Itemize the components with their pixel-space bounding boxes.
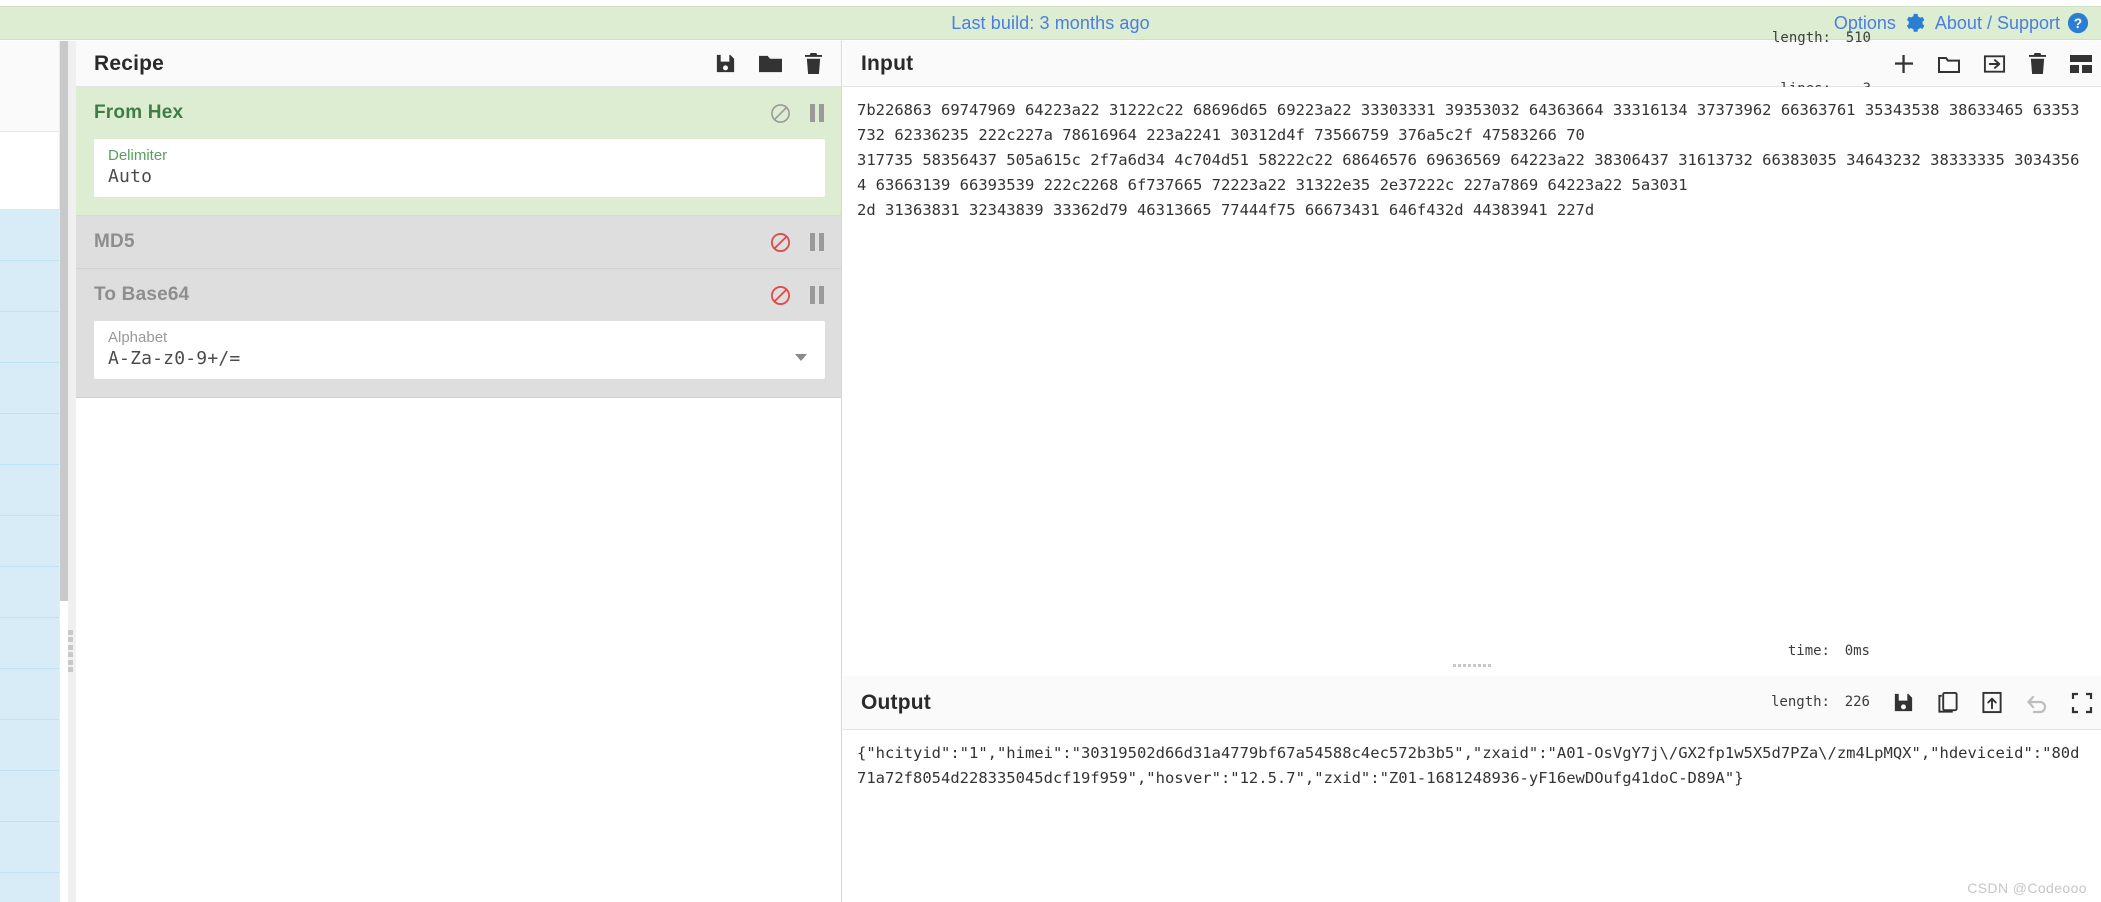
operation-titlebar[interactable]: From Hex — [76, 87, 841, 139]
alphabet-value[interactable]: A-Za-z0-9+/= — [108, 348, 795, 369]
recipe-operation-from-hex[interactable]: From Hex Delimiter Auto — [76, 87, 841, 216]
operation-titlebar[interactable]: MD5 — [76, 216, 841, 268]
output-textarea[interactable]: {"hcityid":"1","himei":"30319502d66d31a4… — [843, 730, 2101, 902]
operations-search-area — [0, 41, 59, 132]
operations-list-panel[interactable] — [0, 41, 60, 902]
chevron-down-icon[interactable] — [795, 354, 807, 361]
operation-list-item[interactable] — [0, 465, 59, 516]
output-panel: Output time: 0ms length: 226 lines: 1 — [843, 643, 2101, 902]
recipe-operation-md5[interactable]: MD5 — [76, 216, 841, 269]
delimiter-value[interactable]: Auto — [108, 166, 813, 187]
input-textarea[interactable]: 7b226863 69747969 64223a22 31222c22 6869… — [843, 87, 2101, 654]
panel-drag-handle[interactable] — [68, 630, 76, 672]
output-time-value: 0ms — [1844, 643, 1870, 659]
load-recipe-folder-icon[interactable] — [758, 52, 783, 75]
cyberchef-app: Last build: 3 months ago Options About /… — [0, 0, 2101, 902]
clear-input-trash-icon[interactable] — [2028, 52, 2047, 75]
breakpoint-pause-icon[interactable] — [809, 285, 825, 305]
about-support-label: About / Support — [1934, 12, 2060, 33]
delimiter-field[interactable]: Delimiter Auto — [94, 139, 825, 197]
undo-icon — [2025, 692, 2049, 714]
operation-list-item[interactable] — [0, 363, 59, 414]
input-length-value: 510 — [1845, 29, 1871, 46]
operations-scrollbar[interactable] — [60, 41, 68, 601]
search-input[interactable] — [0, 132, 59, 210]
breakpoint-pause-icon[interactable] — [809, 103, 825, 123]
input-length-label: length: — [1771, 29, 1831, 46]
copy-output-icon[interactable] — [1937, 691, 1959, 714]
operation-name: From Hex — [94, 102, 184, 123]
help-circle-icon: ? — [2067, 12, 2089, 34]
svg-text:?: ? — [2074, 16, 2082, 31]
open-folder-as-input-icon[interactable] — [1983, 53, 2006, 75]
alphabet-field[interactable]: Alphabet A-Za-z0-9+/= — [94, 321, 825, 379]
output-time-label: time: — [1787, 643, 1830, 659]
input-tabs-icon[interactable] — [2069, 53, 2093, 75]
gear-icon — [1903, 12, 1925, 34]
operation-name: MD5 — [94, 231, 135, 252]
recipe-header: Recipe — [76, 41, 841, 87]
operation-titlebar[interactable]: To Base64 — [76, 269, 841, 321]
maximize-output-icon[interactable] — [2071, 692, 2093, 714]
save-recipe-icon[interactable] — [714, 52, 737, 75]
open-folder-icon[interactable] — [1937, 53, 1961, 75]
move-output-to-input-icon[interactable] — [1981, 691, 2003, 714]
output-title: Output — [861, 690, 932, 714]
disable-operation-icon[interactable] — [770, 103, 791, 124]
operation-list-item[interactable] — [0, 720, 59, 771]
operation-list-item[interactable] — [0, 210, 59, 261]
operation-name: To Base64 — [94, 284, 190, 305]
operation-list-item[interactable] — [0, 618, 59, 669]
disable-operation-icon[interactable] — [770, 232, 791, 253]
watermark: CSDN @Codeooo — [1967, 880, 2087, 896]
output-length-label: length: — [1770, 694, 1830, 710]
save-output-icon[interactable] — [1892, 691, 1915, 714]
add-input-tab-plus-icon[interactable] — [1893, 53, 1915, 75]
panel-divider[interactable] — [68, 41, 76, 902]
recipe-empty-area[interactable] — [76, 398, 841, 902]
disable-operation-icon[interactable] — [770, 285, 791, 306]
output-length-value: 226 — [1844, 694, 1870, 710]
input-header: Input length: 510 lines: 3 — [843, 30, 2101, 97]
breakpoint-pause-icon[interactable] — [809, 232, 825, 252]
operation-arguments: Delimiter Auto — [76, 139, 841, 215]
recipe-title: Recipe — [94, 51, 165, 75]
output-header: Output time: 0ms length: 226 lines: 1 — [843, 643, 2101, 761]
clear-recipe-trash-icon[interactable] — [804, 52, 823, 75]
operation-list-item[interactable] — [0, 414, 59, 465]
io-column: Input length: 510 lines: 3 — [843, 30, 2101, 902]
operation-list-item[interactable] — [0, 261, 59, 312]
operation-list-item[interactable] — [0, 771, 59, 822]
input-panel: Input length: 510 lines: 3 — [843, 30, 2101, 654]
operation-list-item[interactable] — [0, 312, 59, 363]
operation-list-item[interactable] — [0, 822, 59, 873]
operation-list-item[interactable] — [0, 669, 59, 720]
alphabet-label: Alphabet — [108, 329, 168, 346]
operation-list-item[interactable] — [0, 516, 59, 567]
banner-links: Options About / Support ? — [1834, 12, 2089, 34]
about-support-button[interactable]: About / Support ? — [1935, 12, 2089, 34]
delimiter-label: Delimiter — [108, 147, 168, 164]
operation-list-item[interactable] — [0, 873, 59, 902]
input-title: Input — [861, 51, 914, 75]
recipe-panel: Recipe From Hex Delimiter Auto MD5 To Ba… — [76, 41, 842, 902]
recipe-operation-to-base64[interactable]: To Base64 Alphabet A-Za-z0-9+/= — [76, 269, 841, 398]
operation-arguments: Alphabet A-Za-z0-9+/= — [76, 321, 841, 397]
operation-list-item[interactable] — [0, 567, 59, 618]
io-splitter-handle[interactable] — [843, 654, 2101, 676]
